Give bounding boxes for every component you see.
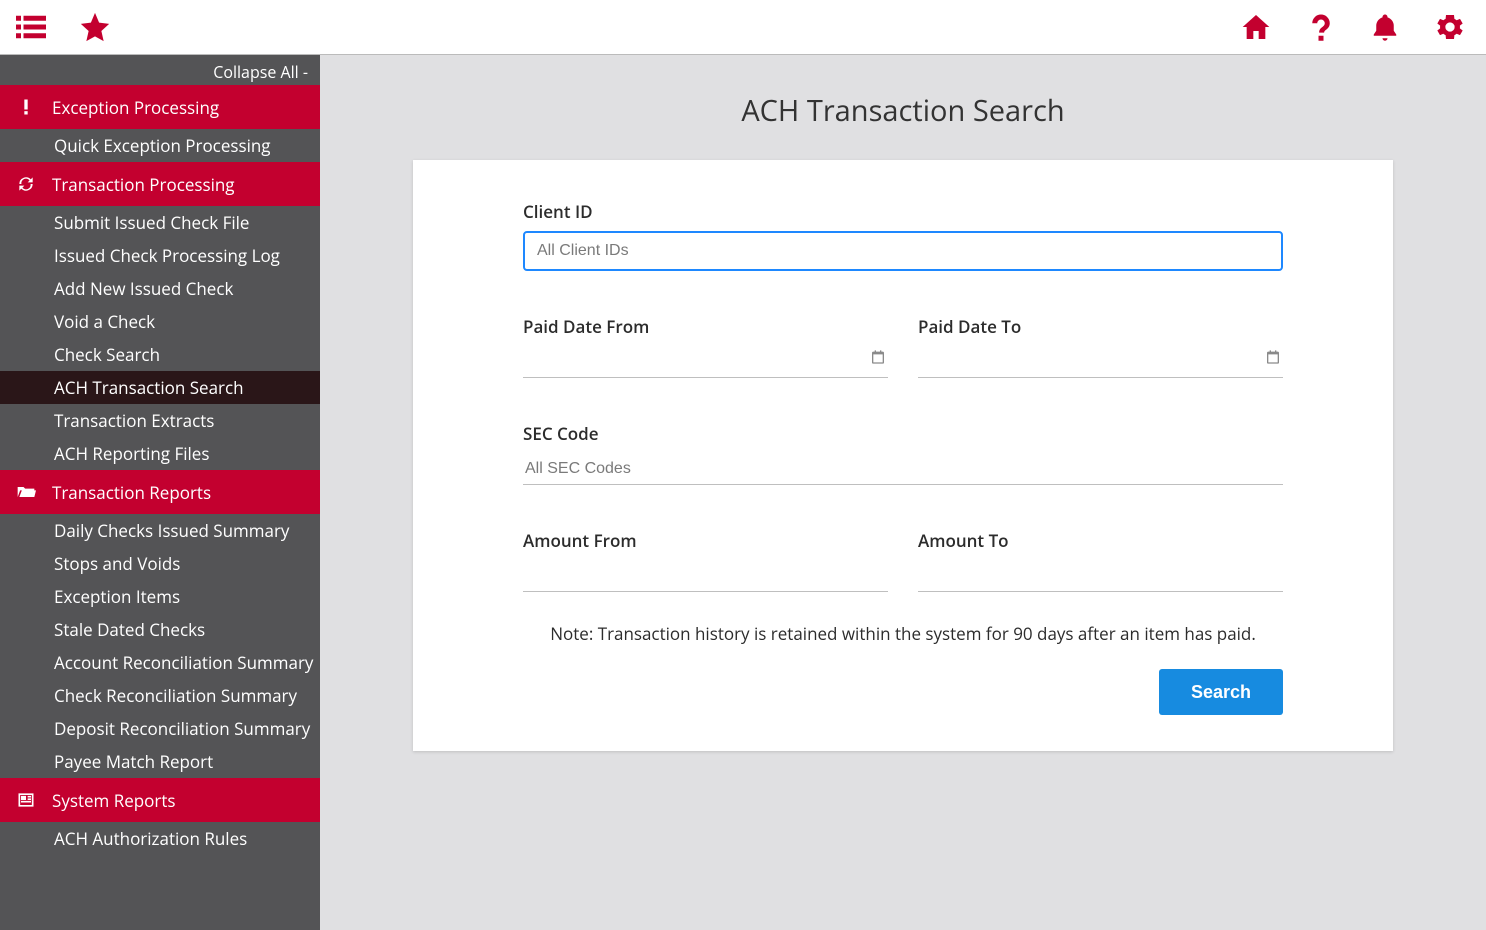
folder-open-icon [14, 482, 38, 502]
paid-date-from-input[interactable] [523, 346, 888, 378]
paid-date-to-label: Paid Date To [918, 315, 1283, 338]
page-title: ACH Transaction Search [320, 91, 1486, 130]
nav-item-exception-items[interactable]: Exception Items [0, 580, 320, 613]
section-label: Transaction Processing [52, 173, 235, 196]
nav-item-account-reconciliation-summary[interactable]: Account Reconciliation Summary [0, 646, 320, 679]
section-system-reports[interactable]: System Reports [0, 778, 320, 822]
amount-from-input[interactable] [523, 560, 888, 592]
amount-from-label: Amount From [523, 529, 888, 552]
nav-item-label: Deposit Reconciliation Summary [54, 717, 310, 740]
settings-gear-icon[interactable] [1434, 11, 1466, 43]
nav-item-label: Void a Check [54, 310, 155, 333]
nav-item-stale-dated-checks[interactable]: Stale Dated Checks [0, 613, 320, 646]
nav-item-label: Account Reconciliation Summary [54, 651, 313, 674]
sec-code-label: SEC Code [523, 422, 1283, 445]
nav-item-ach-transaction-search[interactable]: ACH Transaction Search [0, 371, 320, 404]
exclamation-icon [14, 97, 38, 117]
nav-item-label: Exception Items [54, 585, 180, 608]
section-label: System Reports [52, 789, 175, 812]
collapse-all-label: Collapse All - [213, 61, 308, 83]
nav-item-void-a-check[interactable]: Void a Check [0, 305, 320, 338]
client-id-label: Client ID [523, 200, 1283, 223]
paid-date-from-label: Paid Date From [523, 315, 888, 338]
amount-to-label: Amount To [918, 529, 1283, 552]
nav-item-issued-check-processing-log[interactable]: Issued Check Processing Log [0, 239, 320, 272]
nav-item-label: Issued Check Processing Log [54, 244, 280, 267]
amount-to-input[interactable] [918, 560, 1283, 592]
nav-item-label: Stale Dated Checks [54, 618, 205, 641]
nav-item-ach-reporting-files[interactable]: ACH Reporting Files [0, 437, 320, 470]
main-content: ACH Transaction Search Client ID Paid Da… [320, 55, 1486, 930]
nav-item-label: Submit Issued Check File [54, 211, 249, 234]
nav-item-daily-checks-issued-summary[interactable]: Daily Checks Issued Summary [0, 514, 320, 547]
favorite-star-icon[interactable] [78, 10, 112, 44]
search-button[interactable]: Search [1159, 669, 1283, 715]
nav-item-quick-exception-processing[interactable]: Quick Exception Processing [0, 129, 320, 162]
newspaper-icon [14, 790, 38, 810]
nav-item-label: Stops and Voids [54, 552, 180, 575]
nav-item-label: ACH Authorization Rules [54, 827, 247, 850]
nav-item-submit-issued-check-file[interactable]: Submit Issued Check File [0, 206, 320, 239]
nav-item-label: Add New Issued Check [54, 277, 233, 300]
nav-item-label: Check Search [54, 343, 160, 366]
nav-item-add-new-issued-check[interactable]: Add New Issued Check [0, 272, 320, 305]
nav-item-ach-authorization-rules[interactable]: ACH Authorization Rules [0, 822, 320, 855]
nav-item-stops-and-voids[interactable]: Stops and Voids [0, 547, 320, 580]
section-label: Transaction Reports [52, 481, 211, 504]
retention-note: Note: Transaction history is retained wi… [523, 622, 1283, 645]
sidebar: Collapse All - Exception Processing Quic… [0, 55, 320, 930]
search-card: Client ID Paid Date From Paid Date To [413, 160, 1393, 751]
nav-item-label: ACH Transaction Search [54, 376, 244, 399]
section-label: Exception Processing [52, 96, 219, 119]
nav-item-check-search[interactable]: Check Search [0, 338, 320, 371]
nav-item-transaction-extracts[interactable]: Transaction Extracts [0, 404, 320, 437]
nav-item-payee-match-report[interactable]: Payee Match Report [0, 745, 320, 778]
nav-item-label: Check Reconciliation Summary [54, 684, 297, 707]
collapse-all[interactable]: Collapse All - [0, 55, 320, 85]
top-bar [0, 0, 1486, 55]
notifications-bell-icon[interactable] [1370, 10, 1400, 44]
nav-item-check-reconciliation-summary[interactable]: Check Reconciliation Summary [0, 679, 320, 712]
help-icon[interactable] [1306, 10, 1336, 44]
section-exception-processing[interactable]: Exception Processing [0, 85, 320, 129]
paid-date-to-input[interactable] [918, 346, 1283, 378]
section-transaction-reports[interactable]: Transaction Reports [0, 470, 320, 514]
nav-item-label: Payee Match Report [54, 750, 213, 773]
home-icon[interactable] [1240, 11, 1272, 43]
nav-item-label: Quick Exception Processing [54, 134, 271, 157]
menu-list-icon[interactable] [14, 12, 48, 42]
nav-item-label: Transaction Extracts [54, 409, 214, 432]
refresh-icon [14, 174, 38, 194]
nav-item-deposit-reconciliation-summary[interactable]: Deposit Reconciliation Summary [0, 712, 320, 745]
nav-item-label: ACH Reporting Files [54, 442, 209, 465]
nav-item-label: Daily Checks Issued Summary [54, 519, 289, 542]
section-transaction-processing[interactable]: Transaction Processing [0, 162, 320, 206]
sec-code-input[interactable] [523, 453, 1283, 485]
client-id-input[interactable] [523, 231, 1283, 271]
